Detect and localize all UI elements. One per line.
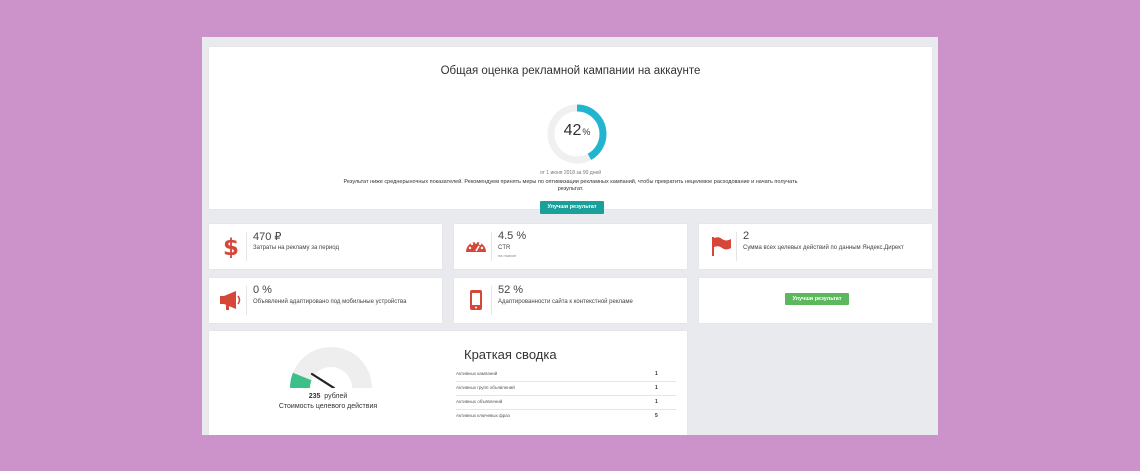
metric-label: Объявлений адаптировано под мобильные ус… [253,299,407,305]
score-readout: 42% [547,122,607,140]
period-text: от 1 июня 2018 за 90 дней [539,170,602,176]
metric-separator [491,232,492,261]
cpa-gauge [289,347,372,390]
score-donut-chart: 42% [547,104,607,164]
summary-row-label: Активных ключевых фраз [456,413,510,418]
cpa-unit: рублей [324,393,348,400]
svg-text:$: $ [223,235,239,258]
dollar-icon: $ [219,234,243,261]
screenshot-frame: Общая оценка рекламной кампании на аккау… [202,37,938,435]
score-unit: % [582,127,591,137]
summary-title: Краткая сводка [464,347,557,362]
metric-value: 470 ₽ [253,231,282,243]
metric-value: 52 % [498,284,524,296]
metric-card-spend: $ 470 ₽ Затраты на рекламу за период [209,224,442,269]
summary-row-value: 1 [655,384,658,391]
metric-card-mobile-ads: 0 % Объявлений адаптировано под мобильны… [209,278,442,323]
metric-separator [246,286,247,315]
cpa-value-line: 235 рублей [209,393,447,400]
metric-card-ctr: 4.5 % CTR на поиске [454,224,687,269]
speedometer-icon [464,234,488,258]
metric-sublabel: на поиске [498,253,517,258]
score-value: 42 [563,122,582,139]
metric-label: Сумма всех целевых действий по данным Ян… [743,245,904,251]
summary-row-value: 1 [655,398,658,405]
summary-row-value: 5 [655,412,658,419]
summary-row: Активных ключевых фраз 5 [456,410,676,423]
metric-label: Затраты на рекламу за период [253,245,339,251]
metric-card-site-adaptation: 52 % Адаптированности сайта к контекстно… [454,278,687,323]
flag-icon [709,234,733,258]
metric-label: CTR [498,245,511,251]
summary-row-label: Активных объявлений [456,399,503,404]
summary-row: Активных кампаний 1 [456,368,676,382]
megaphone-icon [219,288,243,312]
overall-rating-card: Общая оценка рекламной кампании на аккау… [209,47,932,214]
metric-separator [246,232,247,261]
metric-card-conversions: 2 Сумма всех целевых действий по данным … [699,224,932,269]
improve-result-button-top[interactable]: Улучши результат [540,201,604,214]
summary-row-label: Активных групп объявлений [456,385,515,390]
summary-row-value: 1 [655,370,658,377]
summary-row: Активных объявлений 1 [456,396,676,410]
metric-value: 0 % [253,284,272,296]
metric-value: 4.5 % [498,230,527,242]
improve-result-button[interactable]: Улучши результат [785,293,849,305]
metric-value: 2 [743,230,750,242]
result-description: Результат ниже среднерыночных показателе… [343,179,798,192]
mobile-phone-icon [464,288,488,312]
cpa-value: 235 [308,393,321,400]
metric-separator [491,286,492,315]
summary-card: 235 рублей Стоимость целевого действия К… [209,331,687,435]
metric-separator [736,232,737,261]
cpa-label: Стоимость целевого действия [278,403,378,410]
improve-result-card: Улучши результат [699,278,932,323]
overall-title: Общая оценка рекламной кампании на аккау… [440,65,701,77]
metric-label: Адаптированности сайта к контекстной рек… [498,299,633,305]
summary-row-label: Активных кампаний [456,371,498,376]
summary-row: Активных групп объявлений 1 [456,382,676,396]
summary-table: Активных кампаний 1 Активных групп объяв… [456,368,676,423]
